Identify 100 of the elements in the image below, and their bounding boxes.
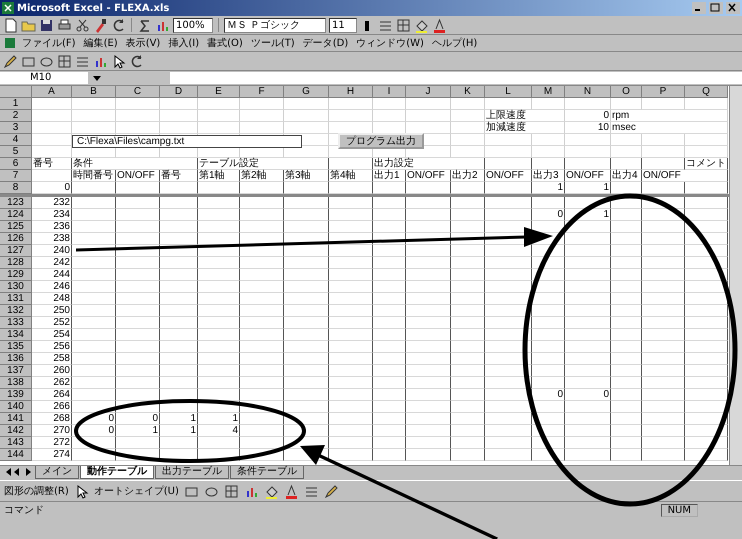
row-header[interactable]: 130 <box>0 281 32 293</box>
pencil-icon[interactable] <box>324 484 339 498</box>
scissors-icon[interactable] <box>75 18 90 32</box>
table-cell: 274 <box>32 449 72 461</box>
menu-item[interactable]: ツール(T) <box>248 36 297 50</box>
dropdown-arrow-icon[interactable] <box>92 73 102 83</box>
row-header[interactable]: 142 <box>0 425 32 437</box>
menu-item[interactable]: ファイル(F) <box>20 36 78 50</box>
row-header[interactable]: 3 <box>0 122 32 134</box>
column-header[interactable]: I <box>373 86 406 98</box>
column-header[interactable]: O <box>611 86 642 98</box>
row-header[interactable]: 125 <box>0 221 32 233</box>
row-header[interactable]: 141 <box>0 413 32 425</box>
row-header[interactable]: 137 <box>0 365 32 377</box>
row-header[interactable]: 139 <box>0 389 32 401</box>
print-icon[interactable] <box>57 18 72 32</box>
menu-item[interactable]: 表示(V) <box>124 36 162 50</box>
row-header[interactable]: 126 <box>0 233 32 245</box>
formula-input[interactable] <box>170 72 742 84</box>
column-header[interactable]: K <box>451 86 485 98</box>
row-header[interactable]: 131 <box>0 293 32 305</box>
name-box[interactable]: M10 <box>0 72 88 84</box>
file-path-field[interactable]: C:\Flexa\Files\campg.txt <box>72 135 302 148</box>
font-dropdown[interactable]: ＭＳ Ｐゴシック <box>224 18 326 32</box>
row-header[interactable]: 123 <box>0 197 32 209</box>
column-header[interactable]: A <box>32 86 72 98</box>
row-header[interactable]: 136 <box>0 353 32 365</box>
column-header[interactable]: L <box>485 86 532 98</box>
fill-color-icon[interactable] <box>264 484 279 498</box>
program-output-button[interactable]: プログラム出力 <box>338 133 424 149</box>
row-header[interactable]: 4 <box>0 134 32 146</box>
row-header[interactable]: 1 <box>0 98 32 110</box>
column-header[interactable]: E <box>198 86 240 98</box>
minimize-button[interactable] <box>692 2 706 14</box>
borders-icon[interactable] <box>224 484 239 498</box>
column-header[interactable]: C <box>116 86 160 98</box>
sheet-tab[interactable]: 動作テーブル <box>80 466 154 479</box>
table-cell: 252 <box>32 317 72 329</box>
menu-item[interactable]: 挿入(I) <box>166 36 202 50</box>
borders-icon[interactable] <box>57 54 72 68</box>
column-header[interactable]: N <box>565 86 611 98</box>
close-button[interactable] <box>726 2 740 14</box>
row-header[interactable]: 7 <box>0 170 32 182</box>
font-color-icon[interactable] <box>284 484 299 498</box>
row-header[interactable]: 128 <box>0 257 32 269</box>
table-cell: 258 <box>32 353 72 365</box>
pencil-icon[interactable] <box>3 54 18 68</box>
maximize-button[interactable] <box>709 2 723 14</box>
column-header[interactable]: B <box>72 86 116 98</box>
table-cell: 時間番号 <box>72 170 116 182</box>
paintbrush-icon[interactable] <box>93 18 108 32</box>
undo-icon[interactable] <box>111 18 126 32</box>
row-header[interactable]: 140 <box>0 401 32 413</box>
row-header[interactable]: 6 <box>0 158 32 170</box>
menu-item[interactable]: ウィンドウ(W) <box>354 36 426 50</box>
row-header[interactable]: 5 <box>0 146 32 158</box>
draw-menu[interactable]: 図形の調整(R) <box>4 484 69 498</box>
column-header[interactable]: M <box>532 86 565 98</box>
save-icon[interactable] <box>39 18 54 32</box>
sum-icon[interactable] <box>137 18 152 32</box>
row-header[interactable]: 2 <box>0 110 32 122</box>
menu-item[interactable]: 編集(E) <box>82 36 120 50</box>
fill-color-icon[interactable] <box>414 18 429 32</box>
undo-icon[interactable] <box>129 54 144 68</box>
document-icon[interactable] <box>4 37 16 49</box>
menu-item[interactable]: 書式(O) <box>205 36 245 50</box>
column-header[interactable]: J <box>406 86 451 98</box>
row-header[interactable]: 132 <box>0 305 32 317</box>
row-header[interactable]: 138 <box>0 377 32 389</box>
row-header[interactable]: 133 <box>0 317 32 329</box>
table-cell: 1 <box>198 413 240 425</box>
table-cell: 236 <box>32 221 72 233</box>
sheet-tab[interactable]: 条件テーブル <box>230 466 304 479</box>
row-header[interactable]: 134 <box>0 329 32 341</box>
menu-item[interactable]: ヘルプ(H) <box>430 36 480 50</box>
row-header[interactable]: 144 <box>0 449 32 461</box>
excel-logo-icon[interactable] <box>2 2 14 14</box>
column-header[interactable]: F <box>240 86 284 98</box>
window-title: Microsoft Excel - FLEXA.xls <box>17 2 170 14</box>
table-cell: 0 <box>532 389 565 401</box>
sheet-tab[interactable]: 出力テーブル <box>155 466 229 479</box>
column-header[interactable]: P <box>642 86 685 98</box>
column-header[interactable]: Q <box>685 86 728 98</box>
column-header[interactable]: D <box>160 86 198 98</box>
row-header[interactable]: 129 <box>0 269 32 281</box>
zoom-dropdown[interactable]: 100% <box>173 18 213 32</box>
menu-item[interactable]: データ(D) <box>300 36 350 50</box>
row-header[interactable]: 8 <box>0 182 32 194</box>
column-header[interactable]: G <box>284 86 329 98</box>
row-header[interactable]: 135 <box>0 341 32 353</box>
row-header[interactable]: 124 <box>0 209 32 221</box>
font-color-icon[interactable] <box>432 18 447 32</box>
font-size-dropdown[interactable]: 11 <box>329 18 357 32</box>
borders-icon[interactable] <box>396 18 411 32</box>
sheet-tab[interactable]: メイン <box>35 466 79 479</box>
table-cell: 条件 <box>72 158 198 170</box>
row-header[interactable]: 127 <box>0 245 32 257</box>
column-header[interactable]: H <box>329 86 373 98</box>
row-header[interactable]: 143 <box>0 437 32 449</box>
autoshape-menu[interactable]: オートシェイプ(U) <box>94 484 179 498</box>
